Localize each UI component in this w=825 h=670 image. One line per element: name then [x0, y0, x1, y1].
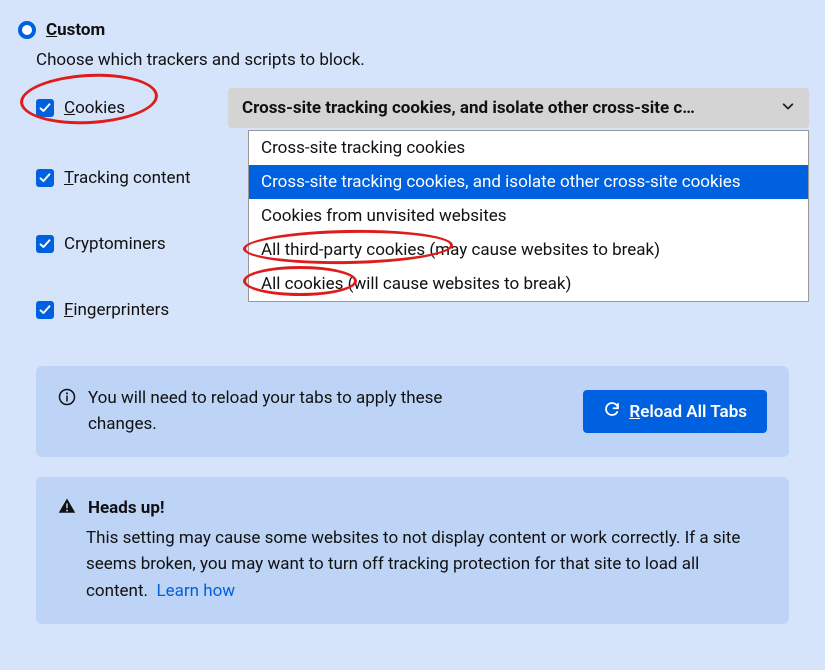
- dropdown-item[interactable]: All cookies (will cause websites to brea…: [249, 267, 808, 301]
- options-area: Cookies Cross-site tracking cookies, and…: [36, 88, 809, 320]
- heads-up-warning: Heads up! This setting may cause some we…: [36, 477, 789, 624]
- tracking-checkbox[interactable]: Tracking content: [36, 168, 228, 188]
- dropdown-item[interactable]: All third-party cookies (may cause websi…: [249, 233, 808, 267]
- tracking-label: Tracking content: [64, 168, 191, 188]
- checkbox-checked-icon: [36, 169, 54, 187]
- custom-radio-label: Custom: [46, 20, 105, 40]
- finger-label: Fingerprinters: [64, 300, 169, 320]
- cookies-select[interactable]: Cross-site tracking cookies, and isolate…: [228, 88, 809, 128]
- subtitle: Choose which trackers and scripts to blo…: [36, 50, 809, 70]
- checkbox-checked-icon: [36, 99, 54, 117]
- warning-body: This setting may cause some websites to …: [86, 525, 767, 604]
- chevron-down-icon: [781, 98, 795, 118]
- option-row-cookies: Cookies Cross-site tracking cookies, and…: [36, 88, 809, 128]
- reload-icon: [603, 400, 621, 423]
- crypto-checkbox[interactable]: Cryptominers: [36, 234, 228, 254]
- checkbox-checked-icon: [36, 301, 54, 319]
- reload-all-tabs-button[interactable]: Reload All Tabs: [583, 390, 767, 433]
- warning-icon: [58, 497, 76, 519]
- radio-icon: [18, 21, 36, 39]
- warning-title: Heads up!: [88, 498, 165, 518]
- info-icon: [58, 388, 76, 410]
- custom-radio-row[interactable]: Custom: [18, 20, 809, 40]
- learn-how-link[interactable]: Learn how: [156, 581, 235, 601]
- finger-checkbox[interactable]: Fingerprinters: [36, 300, 228, 320]
- reload-info-text: You will need to reload your tabs to app…: [88, 386, 498, 437]
- dropdown-item[interactable]: Cookies from unvisited websites: [249, 199, 808, 233]
- select-display-text: Cross-site tracking cookies, and isolate…: [242, 98, 695, 118]
- dropdown-item[interactable]: Cross-site tracking cookies: [249, 131, 808, 165]
- reload-info-banner: You will need to reload your tabs to app…: [36, 366, 789, 457]
- option-row-finger: Fingerprinters: [36, 300, 809, 320]
- cookies-dropdown: Cross-site tracking cookies Cross-site t…: [248, 130, 809, 302]
- cookies-label: Cookies: [64, 98, 125, 118]
- cookies-checkbox[interactable]: Cookies: [36, 98, 228, 118]
- checkbox-checked-icon: [36, 235, 54, 253]
- crypto-label: Cryptominers: [64, 234, 166, 254]
- dropdown-item[interactable]: Cross-site tracking cookies, and isolate…: [249, 165, 808, 199]
